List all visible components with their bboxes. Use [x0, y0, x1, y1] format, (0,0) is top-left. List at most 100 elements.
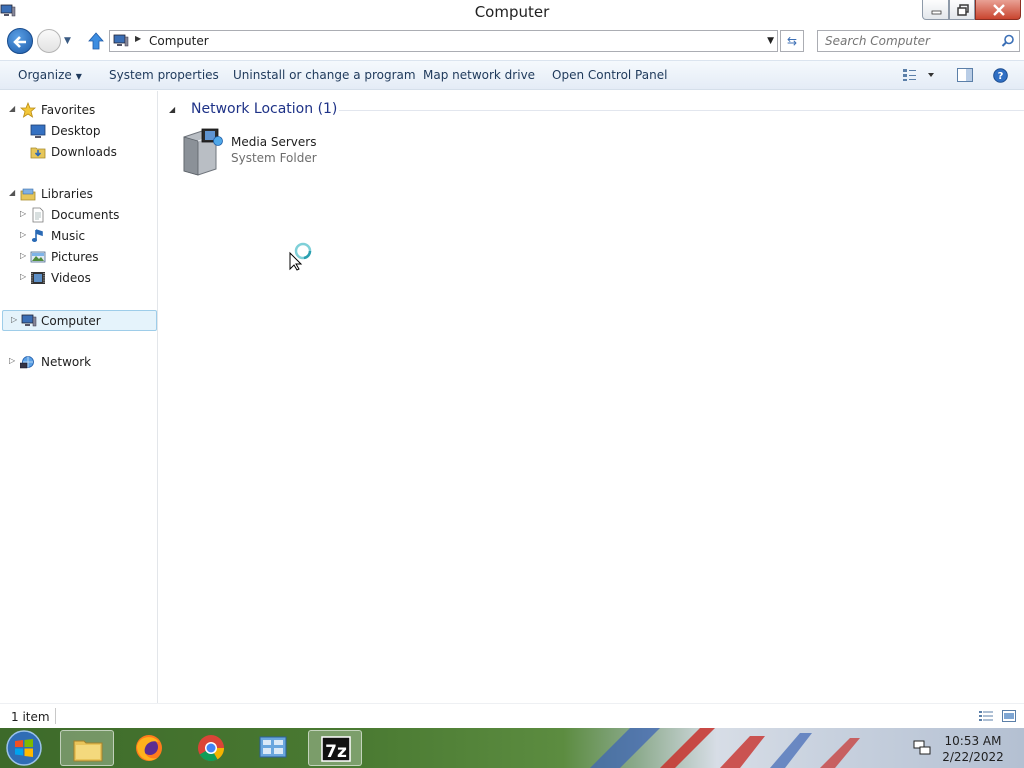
network-tray-icon[interactable]: [913, 739, 931, 757]
tree-label: Videos: [51, 271, 91, 285]
system-properties-button[interactable]: System properties: [109, 68, 219, 82]
tree-item-favorites[interactable]: ◢ Favorites: [0, 100, 158, 120]
address-bar[interactable]: ▶ Computer ▼: [109, 30, 778, 52]
expand-arrow-icon[interactable]: ▷: [20, 272, 26, 281]
search-icon[interactable]: [1001, 34, 1015, 48]
refresh-button[interactable]: ⇆: [780, 30, 804, 52]
clock-time: 10:53 AM: [944, 734, 1002, 748]
tree-label: Desktop: [51, 124, 101, 138]
file-list: ◢ Network Location (1) Media Servers Sys…: [159, 91, 1024, 703]
open-control-panel-button[interactable]: Open Control Panel: [552, 68, 667, 82]
command-bar: Organize ▼ System properties Uninstall or…: [0, 60, 1024, 90]
tree-label: Downloads: [51, 145, 117, 159]
tree-label: Libraries: [41, 187, 93, 201]
status-divider: [55, 708, 56, 724]
back-button[interactable]: [7, 28, 33, 54]
taskbar-file-explorer[interactable]: [60, 730, 114, 766]
taskbar-firefox[interactable]: [122, 730, 176, 766]
group-label: Network Location (1): [191, 101, 338, 117]
clock-date: 2/22/2022: [942, 750, 1004, 764]
minimize-icon: [931, 10, 942, 15]
tree-item-libraries[interactable]: ◢ Libraries: [0, 184, 158, 204]
downloads-folder-icon: [30, 147, 46, 159]
map-network-drive-button[interactable]: Map network drive: [423, 68, 535, 82]
tree-item-videos[interactable]: ▷ Videos: [0, 268, 158, 288]
uninstall-program-button[interactable]: Uninstall or change a program: [233, 68, 416, 82]
item-count: 1 item: [11, 710, 50, 724]
up-arrow-icon[interactable]: [87, 31, 105, 51]
navigation-pane: ◢ Favorites Desktop Downloads ◢ Librarie…: [0, 91, 158, 703]
busy-cursor-icon: [289, 242, 312, 271]
title-bar: Computer: [0, 0, 1024, 26]
change-view-button[interactable]: [902, 68, 938, 85]
svg-text:7z: 7z: [325, 742, 347, 762]
collapse-group-icon[interactable]: ◢: [169, 105, 175, 114]
folder-icon: [73, 740, 103, 762]
arrow-left-icon: [13, 36, 26, 48]
tree-item-pictures[interactable]: ▷ Pictures: [0, 247, 158, 267]
documents-icon: [32, 207, 44, 223]
expand-arrow-icon[interactable]: ▷: [11, 315, 17, 324]
breadcrumb-computer[interactable]: Computer: [149, 34, 209, 48]
group-header-network-location[interactable]: ◢ Network Location (1): [169, 101, 1024, 119]
item-name: Media Servers: [231, 135, 317, 149]
list-item[interactable]: Media Servers System Folder: [180, 127, 340, 177]
tree-label: Documents: [51, 208, 120, 222]
tree-item-network[interactable]: ▷ Network: [0, 352, 158, 372]
organize-button[interactable]: Organize ▼: [18, 68, 82, 82]
view-options-icon: [903, 69, 934, 81]
status-bar: 1 item: [0, 703, 1024, 728]
collapse-arrow-icon[interactable]: ◢: [9, 188, 15, 197]
chevron-down-icon: ▼: [75, 72, 82, 81]
tree-item-downloads[interactable]: Downloads: [0, 142, 158, 162]
expand-arrow-icon[interactable]: ▷: [20, 251, 26, 260]
close-icon: [993, 4, 1005, 16]
chevron-down-icon[interactable]: ▼: [767, 36, 774, 46]
explorer-window: Computer ▼ ▶ Computer ▼ ⇆ Search Compute…: [0, 0, 1024, 728]
tree-label: Computer: [41, 314, 101, 328]
pictures-icon: [30, 251, 46, 263]
tree-item-music[interactable]: ▷ Music: [0, 226, 158, 246]
star-icon: [20, 102, 36, 118]
organize-label: Organize: [18, 68, 72, 82]
computer-icon: [113, 34, 129, 47]
media-server-icon: [183, 128, 223, 176]
large-icons-view-icon[interactable]: [1002, 710, 1016, 722]
taskbar-clock[interactable]: 10:53 AM 2/22/2022: [940, 733, 1006, 765]
details-view-icon[interactable]: [979, 710, 993, 722]
taskbar: 7z 10:53 AM 2/22/2022: [0, 728, 1024, 768]
expand-arrow-icon[interactable]: ▷: [9, 356, 15, 365]
breadcrumb-chevron-icon[interactable]: ▶: [135, 34, 141, 43]
taskbar-control-panel[interactable]: [246, 730, 300, 766]
restore-button[interactable]: [949, 0, 975, 20]
tree-item-computer[interactable]: ▷ Computer: [2, 310, 157, 331]
preview-pane-button[interactable]: [957, 68, 973, 85]
minimize-button[interactable]: [922, 0, 949, 20]
svg-text:?: ?: [998, 71, 1004, 82]
search-box[interactable]: [817, 30, 1020, 52]
expand-arrow-icon[interactable]: ▷: [20, 230, 26, 239]
taskbar-chrome[interactable]: [184, 730, 238, 766]
collapse-arrow-icon[interactable]: ◢: [9, 104, 15, 113]
group-divider: [339, 110, 1024, 111]
taskbar-7zip[interactable]: 7z: [308, 730, 362, 766]
preview-pane-icon: [957, 68, 973, 82]
recent-locations-button[interactable]: ▼: [64, 36, 71, 46]
expand-arrow-icon[interactable]: ▷: [20, 209, 26, 218]
music-icon: [31, 229, 43, 242]
tree-label: Pictures: [51, 250, 99, 264]
window-title: Computer: [474, 3, 550, 21]
videos-icon: [31, 272, 45, 284]
tree-item-documents[interactable]: ▷ Documents: [0, 205, 158, 225]
start-button[interactable]: [4, 729, 44, 767]
network-icon: [20, 356, 34, 369]
help-icon: ?: [993, 68, 1008, 83]
forward-button[interactable]: [37, 29, 61, 53]
close-button[interactable]: [975, 0, 1021, 20]
computer-icon: [21, 314, 37, 327]
control-panel-icon: [259, 736, 287, 758]
tree-item-desktop[interactable]: Desktop: [0, 121, 158, 141]
help-button[interactable]: ?: [993, 68, 1008, 86]
libraries-icon: [20, 188, 36, 201]
search-input[interactable]: [819, 32, 997, 50]
